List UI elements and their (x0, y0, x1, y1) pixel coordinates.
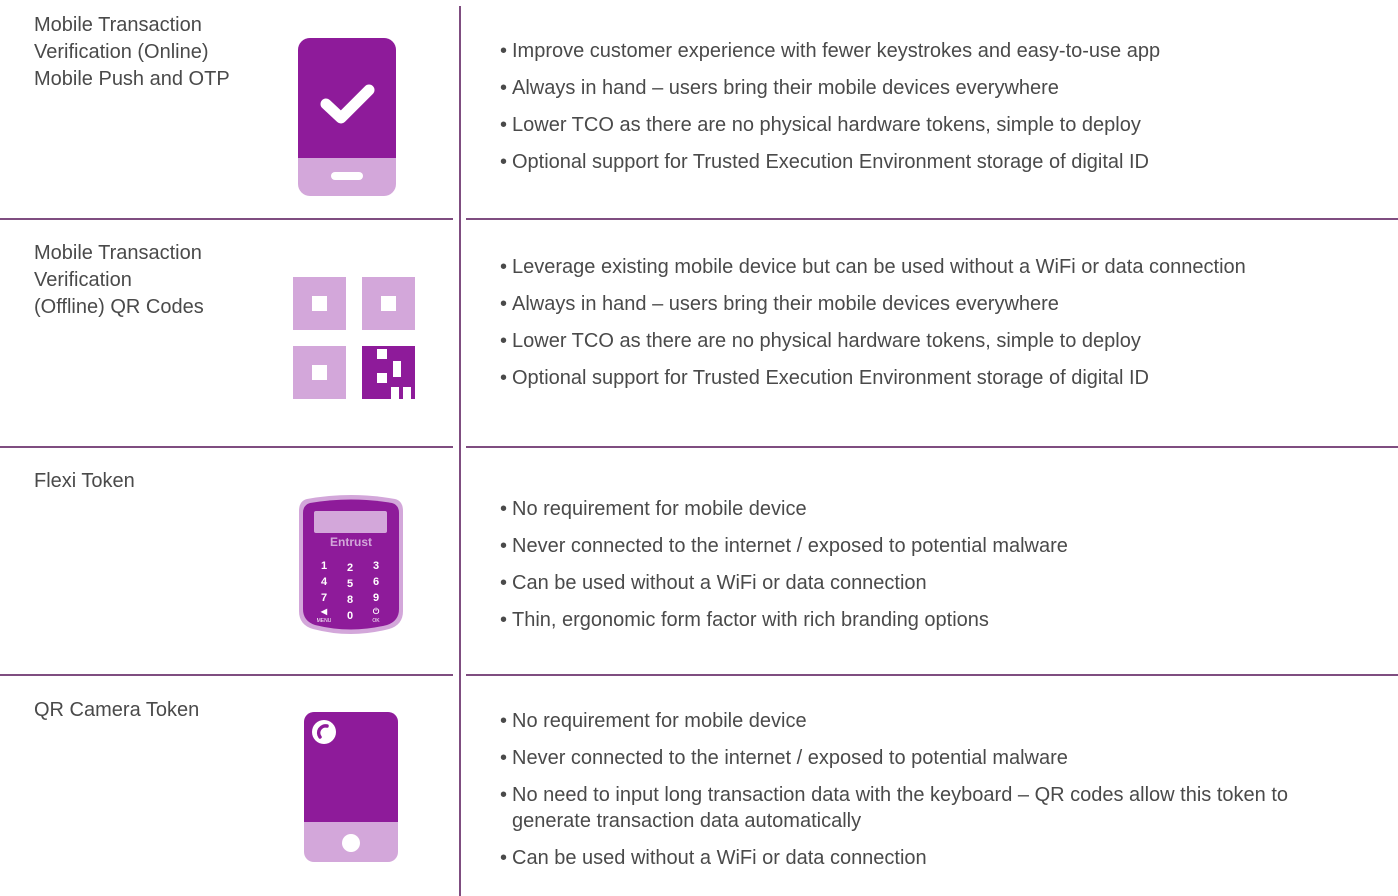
list-item: Can be used without a WiFi or data conne… (500, 845, 1360, 871)
row-label: QR Camera Token (34, 697, 274, 724)
list-item: No requirement for mobile device (500, 708, 1360, 734)
qr-code-icon (293, 277, 415, 404)
list-item: Leverage existing mobile device but can … (500, 254, 1360, 280)
list-item: Always in hand – users bring their mobil… (500, 291, 1360, 317)
ok-label: OK (372, 618, 380, 624)
list-item: Always in hand – users bring their mobil… (500, 75, 1360, 101)
keypad-key: 1 (321, 560, 327, 572)
row-label-line: Flexi Token (34, 470, 135, 492)
keypad-key: 7 (321, 592, 327, 604)
keypad-key: 4 (321, 576, 328, 588)
list-item: Thin, ergonomic form factor with rich br… (500, 607, 1360, 633)
benefit-list: No requirement for mobile device Never c… (500, 496, 1360, 644)
keypad-key: 8 (347, 594, 353, 606)
list-item: Lower TCO as there are no physical hardw… (500, 112, 1360, 138)
hardware-token-keypad-icon: Entrust 1 2 3 4 5 6 7 8 9 ◀ 0 ⏻ MENU OK (299, 495, 403, 640)
keypad-key: 0 (347, 610, 353, 622)
row-label-line: Verification (34, 269, 132, 291)
keypad-key: 5 (347, 578, 353, 590)
keypad-key: ⏻ (373, 607, 380, 616)
list-item: Never connected to the internet / expose… (500, 533, 1360, 559)
list-item: No need to input long transaction data w… (500, 782, 1360, 834)
list-item: Lower TCO as there are no physical hardw… (500, 328, 1360, 354)
keypad-key: 2 (347, 562, 353, 574)
list-item: Improve customer experience with fewer k… (500, 38, 1360, 64)
list-item: Optional support for Trusted Execution E… (500, 149, 1360, 175)
phone-checkmark-icon (298, 38, 396, 201)
benefit-list: Leverage existing mobile device but can … (500, 254, 1360, 402)
list-item: Can be used without a WiFi or data conne… (500, 570, 1360, 596)
list-item: No requirement for mobile device (500, 496, 1360, 522)
row-label: Flexi Token (34, 468, 274, 495)
row-label-line: (Offline) QR Codes (34, 296, 204, 318)
row-label-line: Mobile Push and OTP (34, 68, 230, 90)
keypad-key: 9 (373, 592, 379, 604)
benefit-list: No requirement for mobile device Never c… (500, 708, 1360, 882)
row-mobile-offline: Mobile Transaction Verification (Offline… (0, 220, 1398, 446)
keypad-key: 6 (373, 576, 379, 588)
row-mobile-online: Mobile Transaction Verification (Online)… (0, 0, 1398, 218)
list-item: Never connected to the internet / expose… (500, 745, 1360, 771)
menu-label: MENU (317, 618, 332, 624)
row-label-line: Mobile Transaction (34, 14, 202, 36)
row-label: Mobile Transaction Verification (Online)… (34, 12, 274, 93)
row-label-line: Verification (Online) (34, 41, 209, 63)
camera-token-icon (304, 712, 398, 867)
benefit-list: Improve customer experience with fewer k… (500, 38, 1360, 186)
row-flexi-token: Flexi Token Entrust 1 2 3 4 5 6 7 8 9 ◀ … (0, 448, 1398, 674)
keypad-key: ◀ (320, 607, 328, 616)
row-label: Mobile Transaction Verification (Offline… (34, 240, 274, 321)
row-label-line: Mobile Transaction (34, 242, 202, 264)
row-label-line: QR Camera Token (34, 699, 200, 721)
keypad-key: 3 (373, 560, 379, 572)
list-item: Optional support for Trusted Execution E… (500, 365, 1360, 391)
row-qr-camera-token: QR Camera Token No requirement for mobil… (0, 676, 1398, 896)
brand-text: Entrust (330, 535, 372, 549)
